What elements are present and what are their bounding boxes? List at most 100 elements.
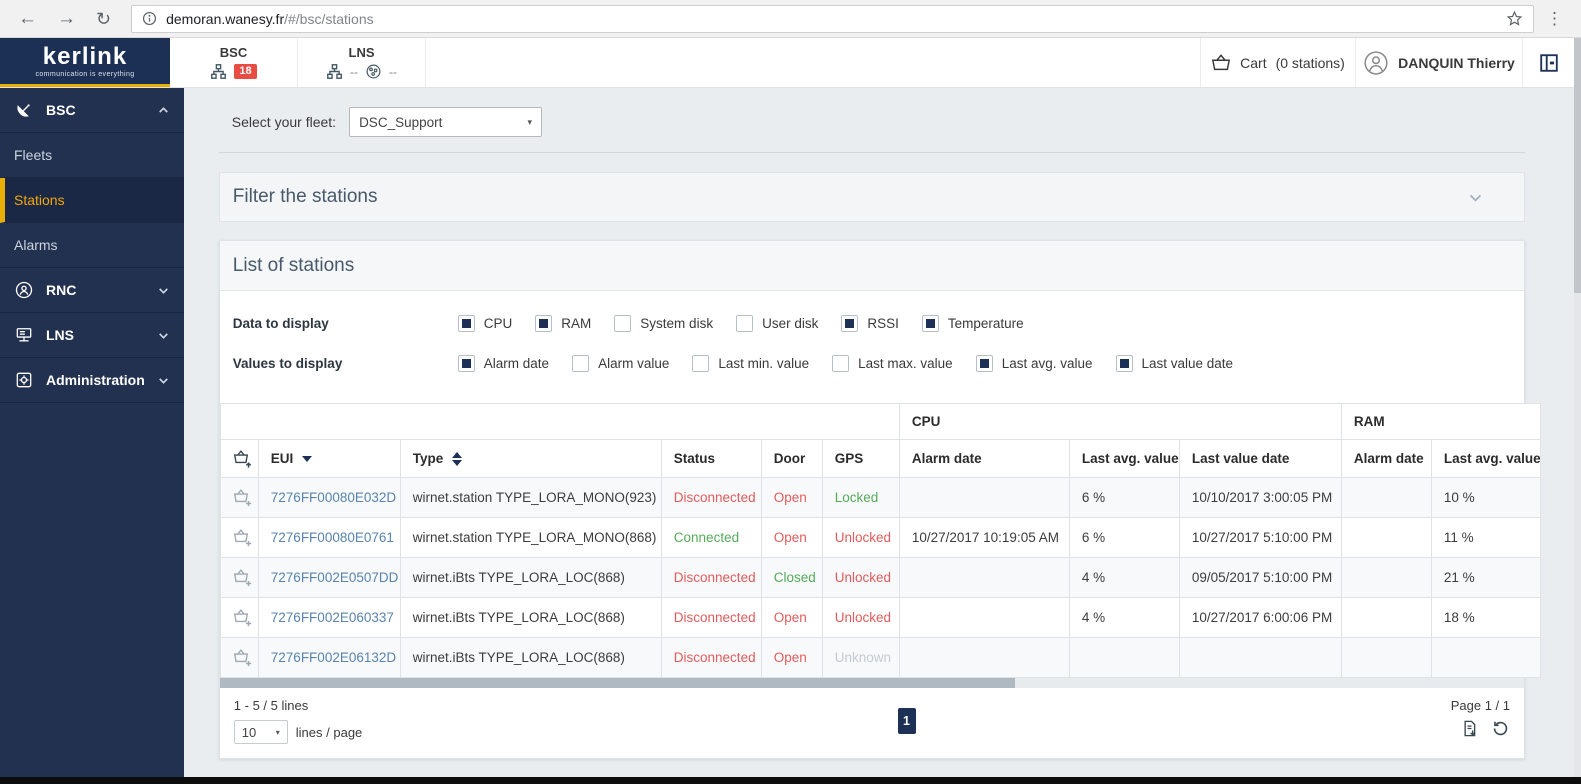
add-to-cart-button[interactable]	[220, 638, 258, 678]
checkbox-temperature[interactable]: Temperature	[922, 315, 1024, 332]
header-tab-lns[interactable]: LNS -- --	[298, 38, 426, 87]
horizontal-scrollbar-thumb[interactable]	[220, 678, 1016, 688]
station-type: wirnet.iBts TYPE_LORA_LOC(868)	[400, 638, 661, 678]
cpu-last-avg-value	[1069, 638, 1179, 678]
checkbox-rssi[interactable]: RSSI	[841, 315, 899, 332]
page-info-icon[interactable]	[142, 11, 157, 26]
sidebar: BSC Fleets Stations Alarms RNC	[0, 88, 184, 784]
checkbox-unchecked[interactable]	[832, 355, 849, 372]
cpu-last-avg-value: 4 %	[1069, 598, 1179, 638]
page-button-1[interactable]: 1	[898, 708, 916, 734]
checkbox-checked[interactable]	[976, 355, 993, 372]
cpu-alarm-date	[899, 638, 1069, 678]
sidebar-item-rnc[interactable]: RNC	[0, 268, 184, 313]
column-header-gps[interactable]: GPS	[822, 440, 899, 478]
checkbox-last-min-value[interactable]: Last min. value	[692, 355, 809, 372]
vertical-scrollbar-thumb[interactable]	[1574, 38, 1581, 293]
checkbox-checked[interactable]	[458, 315, 475, 332]
horizontal-scrollbar[interactable]	[220, 678, 1524, 688]
ram-last-avg-value: 11 %	[1431, 518, 1540, 558]
ram-last-avg-value: 21 %	[1431, 558, 1540, 598]
chevron-down-icon[interactable]	[1467, 189, 1484, 206]
filter-stations-panel[interactable]: Filter the stations	[219, 172, 1525, 222]
station-status: Disconnected	[661, 478, 761, 518]
fleet-select[interactable]: DSC_Support ▾	[349, 107, 542, 137]
column-header-ram-last-avg[interactable]: Last avg. value	[1431, 440, 1540, 478]
lines-per-page-select[interactable]: 10 ▾	[234, 720, 288, 744]
apps-grid-button[interactable]	[1522, 38, 1574, 87]
add-to-cart-button[interactable]	[220, 558, 258, 598]
checkbox-ram[interactable]: RAM	[535, 315, 591, 332]
cpu-last-value-date: 10/27/2017 6:00:06 PM	[1179, 598, 1341, 638]
kerlink-logo[interactable]: kerlink communication is everything	[0, 38, 170, 87]
filter-panel-title: Filter the stations	[233, 186, 378, 208]
checkbox-user-disk[interactable]: User disk	[736, 315, 818, 332]
browser-address-bar[interactable]: demoran.wanesy.fr/#/bsc/stations	[131, 5, 1534, 33]
refresh-icon[interactable]	[1491, 719, 1510, 738]
checkbox-last-value-date[interactable]: Last value date	[1116, 355, 1234, 372]
browser-toolbar: ← → ↻ demoran.wanesy.fr/#/bsc/stations ⋮	[0, 0, 1581, 38]
cpu-last-value-date: 09/05/2017 5:10:00 PM	[1179, 558, 1341, 598]
sidebar-item-alarms[interactable]: Alarms	[0, 223, 184, 268]
checkbox-alarm-date[interactable]: Alarm date	[458, 355, 549, 372]
browser-reload-button[interactable]: ↻	[88, 10, 119, 28]
checkbox-last-max-value[interactable]: Last max. value	[832, 355, 953, 372]
add-to-cart-button[interactable]	[220, 598, 258, 638]
add-all-to-cart-button[interactable]	[220, 440, 258, 478]
column-header-status[interactable]: Status	[661, 440, 761, 478]
sort-descending-icon[interactable]	[302, 456, 312, 462]
checkbox-checked[interactable]	[1116, 355, 1133, 372]
export-icon[interactable]	[1460, 719, 1479, 738]
checkbox-cpu[interactable]: CPU	[458, 315, 513, 332]
add-to-cart-button[interactable]	[220, 478, 258, 518]
station-eui-link[interactable]: 7276FF002E0507DD	[258, 558, 400, 598]
sidebar-item-stations[interactable]: Stations	[0, 178, 184, 223]
column-header-type[interactable]: Type	[400, 440, 661, 478]
browser-forward-button[interactable]: →	[49, 9, 84, 28]
column-header-eui[interactable]: EUI	[258, 440, 400, 478]
ram-alarm-date	[1341, 638, 1431, 678]
station-eui-link[interactable]: 7276FF002E06132D	[258, 638, 400, 678]
column-header-cpu-last-value-date[interactable]: Last value date	[1179, 440, 1341, 478]
checkbox-label: Alarm date	[484, 356, 549, 371]
checkbox-alarm-value[interactable]: Alarm value	[572, 355, 669, 372]
bsc-alarm-badge: 18	[234, 64, 256, 79]
checkbox-checked[interactable]	[922, 315, 939, 332]
column-header-cpu-last-avg[interactable]: Last avg. value	[1069, 440, 1179, 478]
column-header-cpu-alarm-date[interactable]: Alarm date	[899, 440, 1069, 478]
sidebar-item-fleets[interactable]: Fleets	[0, 133, 184, 178]
browser-menu-icon[interactable]: ⋮	[1538, 9, 1571, 29]
cart-button[interactable]: Cart (0 stations)	[1200, 38, 1355, 87]
checkbox-checked[interactable]	[535, 315, 552, 332]
checkbox-unchecked[interactable]	[736, 315, 753, 332]
station-eui-link[interactable]: 7276FF00080E0761	[258, 518, 400, 558]
column-header-ram-alarm-date[interactable]: Alarm date	[1341, 440, 1431, 478]
checkbox-last-avg-value[interactable]: Last avg. value	[976, 355, 1093, 372]
station-eui-link[interactable]: 7276FF002E060337	[258, 598, 400, 638]
add-to-cart-button[interactable]	[220, 518, 258, 558]
checkbox-system-disk[interactable]: System disk	[614, 315, 713, 332]
station-status: Disconnected	[661, 558, 761, 598]
station-status: Disconnected	[661, 638, 761, 678]
checkbox-unchecked[interactable]	[692, 355, 709, 372]
checkbox-checked[interactable]	[841, 315, 858, 332]
checkbox-unchecked[interactable]	[572, 355, 589, 372]
sidebar-item-bsc[interactable]: BSC	[0, 88, 184, 133]
checkbox-label: Last max. value	[858, 356, 953, 371]
sidebar-item-label: BSC	[46, 102, 76, 118]
sidebar-item-administration[interactable]: Administration	[0, 358, 184, 403]
vertical-scrollbar[interactable]	[1574, 38, 1581, 777]
column-header-door[interactable]: Door	[761, 440, 822, 478]
station-eui-link[interactable]: 7276FF00080E032D	[258, 478, 400, 518]
sort-both-icon[interactable]	[452, 452, 462, 466]
header-tab-bsc[interactable]: BSC 18	[170, 38, 298, 87]
checkbox-unchecked[interactable]	[614, 315, 631, 332]
sitemap-icon	[210, 63, 227, 80]
sidebar-item-lns[interactable]: LNS	[0, 313, 184, 358]
bookmark-star-icon[interactable]	[1506, 10, 1523, 27]
fleet-selector-row: Select your fleet: DSC_Support ▾	[219, 106, 1525, 138]
basket-icon	[1211, 53, 1231, 73]
user-menu[interactable]: DANQUIN Thierry	[1355, 38, 1522, 87]
browser-back-button[interactable]: ←	[10, 9, 45, 28]
checkbox-checked[interactable]	[458, 355, 475, 372]
